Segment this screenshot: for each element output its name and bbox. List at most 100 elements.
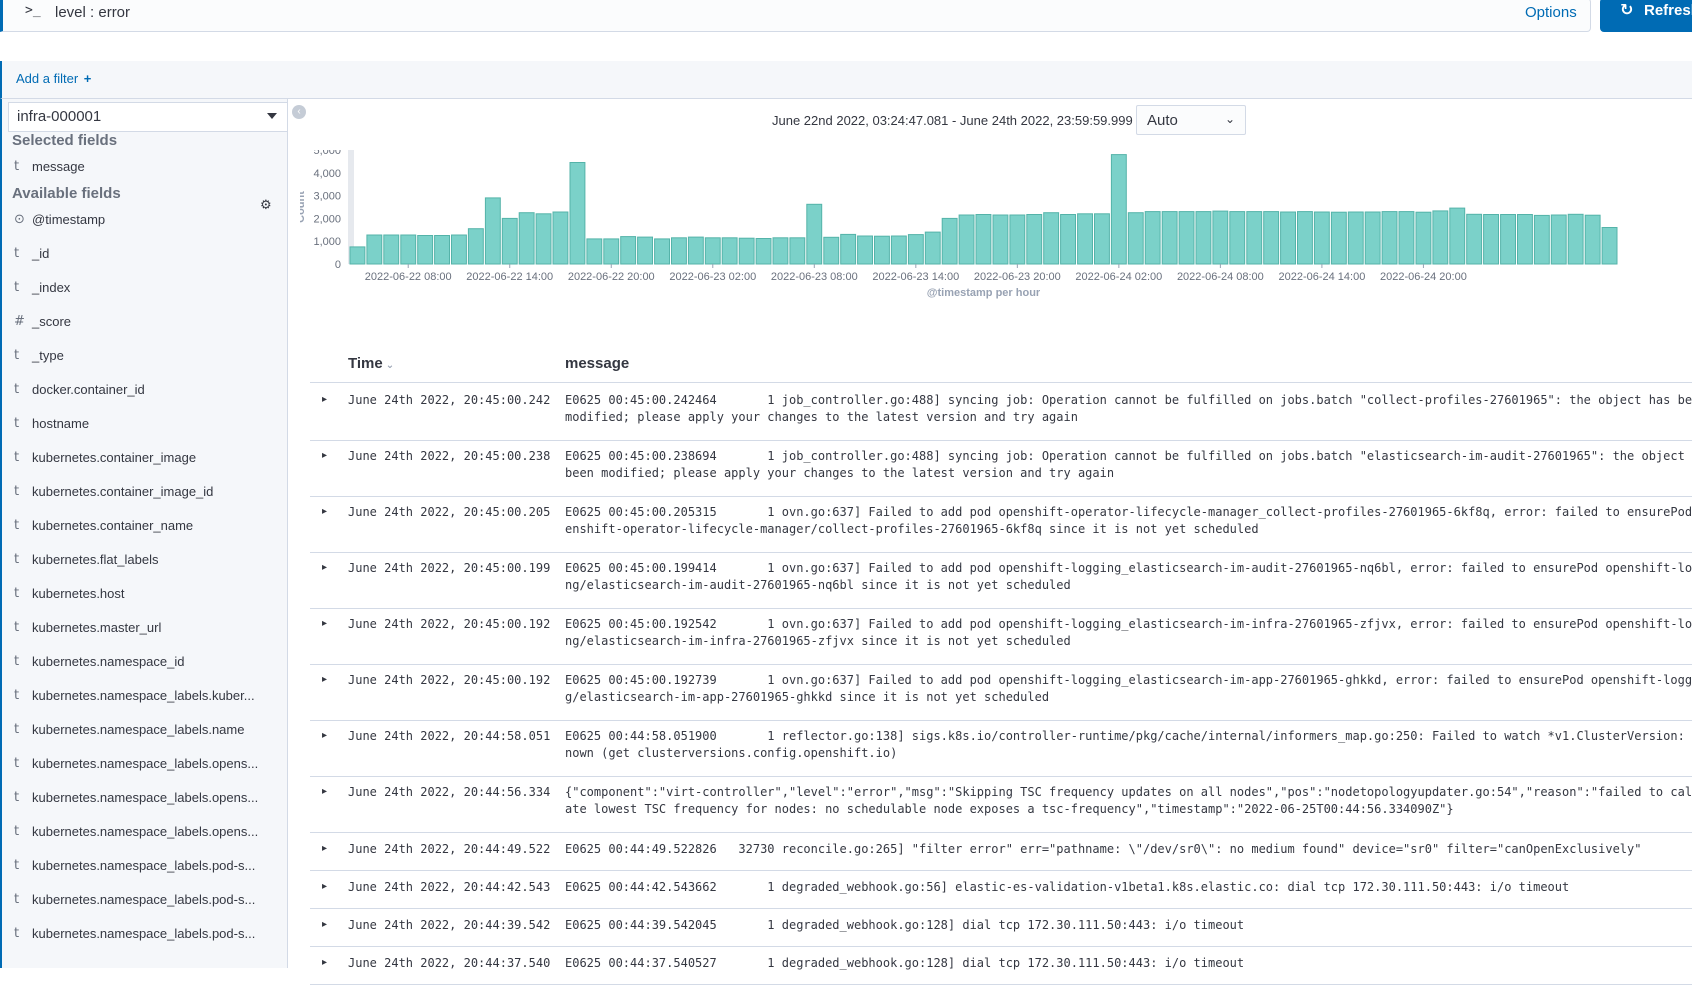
histogram-bar[interactable] [654,238,671,265]
table-row[interactable]: ▸ June 24th 2022, 20:45:00.238 E0625 00:45… [310,440,1692,497]
histogram-bar[interactable] [958,214,975,265]
histogram-bar[interactable] [620,236,637,265]
field-item[interactable]: t message [2,157,288,179]
table-row[interactable]: ▸ June 24th 2022, 20:45:00.199 E0625 00:45… [310,552,1692,609]
histogram-bar[interactable] [1212,210,1229,265]
field-item[interactable]: t kubernetes.namespace_labels.pod-s... [2,856,288,878]
histogram-bar[interactable] [552,211,569,265]
histogram-bar[interactable] [467,228,484,265]
expand-row-icon[interactable]: ▸ [322,843,332,854]
histogram-bar[interactable] [1364,211,1381,265]
query-input[interactable]: >_ level : error Options [0,0,1591,32]
histogram-bar[interactable] [434,235,451,265]
histogram-bar[interactable] [1584,214,1601,265]
histogram-bar[interactable] [1330,211,1347,265]
histogram-bar[interactable] [1483,214,1499,265]
table-row[interactable]: ▸ June 24th 2022, 20:44:37.540 E0625 00:44… [310,946,1692,985]
table-row[interactable]: ▸ June 24th 2022, 20:45:00.205 E0625 00:45… [310,496,1692,553]
message-column-header[interactable]: message [565,355,629,372]
histogram-bar[interactable] [1110,154,1127,265]
histogram-bar[interactable] [1601,227,1618,265]
histogram-bar[interactable] [569,162,586,265]
histogram-bar[interactable] [1280,211,1296,265]
histogram-bar[interactable] [1347,211,1364,265]
field-item[interactable]: t kubernetes.host [2,584,288,606]
expand-row-icon[interactable]: ▸ [322,506,332,517]
histogram-bar[interactable] [890,235,907,265]
histogram-bar[interactable] [637,236,654,265]
histogram-bar[interactable] [1517,214,1533,265]
field-item[interactable]: t kubernetes.flat_labels [2,550,288,572]
time-column-header[interactable]: Time ⌄ [348,355,394,372]
histogram-bar[interactable] [1246,211,1263,265]
histogram-bar[interactable] [349,246,366,265]
interval-select[interactable]: Auto ⌄ [1136,105,1246,135]
histogram-bar[interactable] [603,238,620,265]
table-row[interactable]: ▸ June 24th 2022, 20:44:58.051 E0625 00:44… [310,720,1692,777]
histogram-bar[interactable] [400,234,417,265]
expand-row-icon[interactable]: ▸ [322,786,332,797]
histogram-bar[interactable] [366,234,383,265]
histogram-bar[interactable] [1415,211,1432,265]
field-item[interactable]: t kubernetes.namespace_labels.opens... [2,754,288,776]
collapse-sidebar-icon[interactable]: ‹ [292,105,306,119]
expand-row-icon[interactable]: ▸ [322,394,332,405]
histogram-bar[interactable] [1009,214,1026,265]
table-row[interactable]: ▸ June 24th 2022, 20:44:56.334 {"component… [310,776,1692,833]
histogram-bar[interactable] [704,237,721,265]
refresh-button[interactable]: ↻ Refresh [1600,0,1692,32]
histogram-bar[interactable] [907,234,924,265]
histogram-bar[interactable] [1567,213,1584,265]
table-row[interactable]: ▸ June 24th 2022, 20:44:42.543 E0625 00:44… [310,870,1692,909]
expand-row-icon[interactable]: ▸ [322,618,332,629]
histogram-bar[interactable] [924,231,941,265]
histogram-bar[interactable] [1313,211,1330,265]
histogram-bar[interactable] [941,217,958,265]
field-item[interactable]: t kubernetes.namespace_labels.pod-s... [2,890,288,912]
gear-icon[interactable]: ⚙ [260,197,272,213]
field-item[interactable]: t kubernetes.master_url [2,618,288,640]
field-item[interactable]: t _type [2,346,288,368]
histogram-bar[interactable] [1094,213,1110,265]
field-item[interactable]: t _index [2,278,288,300]
field-item[interactable]: t kubernetes.namespace_labels.opens... [2,822,288,844]
histogram-bar[interactable] [874,235,890,265]
expand-row-icon[interactable]: ▸ [322,919,332,930]
histogram-bar[interactable] [1550,214,1567,265]
field-item[interactable]: t kubernetes.container_image [2,448,288,470]
field-item[interactable]: ⊙ @timestamp [2,210,288,232]
field-item[interactable]: t kubernetes.namespace_labels.kuber... [2,686,288,708]
histogram-bar[interactable] [1432,210,1449,265]
expand-row-icon[interactable]: ▸ [322,957,332,968]
histogram-bar[interactable] [1077,213,1093,265]
histogram-bar[interactable] [518,212,535,265]
field-item[interactable]: t kubernetes.namespace_labels.pod-s... [2,924,288,946]
histogram-bar[interactable] [755,238,772,265]
histogram-bar[interactable] [1297,211,1313,265]
table-row[interactable]: ▸ June 24th 2022, 20:45:00.192 E0625 00:45… [310,664,1692,721]
histogram-bar[interactable] [501,217,518,265]
histogram-bar[interactable] [772,237,789,265]
field-item[interactable]: t docker.container_id [2,380,288,402]
histogram-bar[interactable] [1229,211,1246,265]
histogram-bar[interactable] [1500,214,1516,265]
expand-row-icon[interactable]: ▸ [322,730,332,741]
histogram-bar[interactable] [975,214,992,265]
add-filter-button[interactable]: Add a filter + [16,71,91,86]
field-item[interactable]: t kubernetes.container_image_id [2,482,288,504]
histogram-bar[interactable] [1263,211,1280,265]
histogram-bar[interactable] [1195,211,1212,265]
histogram-bar[interactable] [1060,214,1076,265]
histogram-bar[interactable] [383,234,400,265]
index-pattern-select[interactable]: infra-000001 [8,102,288,132]
histogram-bar[interactable] [992,214,1009,265]
expand-row-icon[interactable]: ▸ [322,562,332,573]
histogram-bar[interactable] [586,238,603,265]
field-item[interactable]: t kubernetes.namespace_labels.name [2,720,288,742]
table-row[interactable]: ▸ June 24th 2022, 20:45:00.192 E0625 00:45… [310,608,1692,665]
table-row[interactable]: ▸ June 24th 2022, 20:44:49.522 E0625 00:44… [310,832,1692,871]
histogram-bar[interactable] [484,197,501,265]
histogram-bar[interactable] [1161,211,1178,265]
histogram-bar[interactable] [1178,211,1195,265]
expand-row-icon[interactable]: ▸ [322,674,332,685]
